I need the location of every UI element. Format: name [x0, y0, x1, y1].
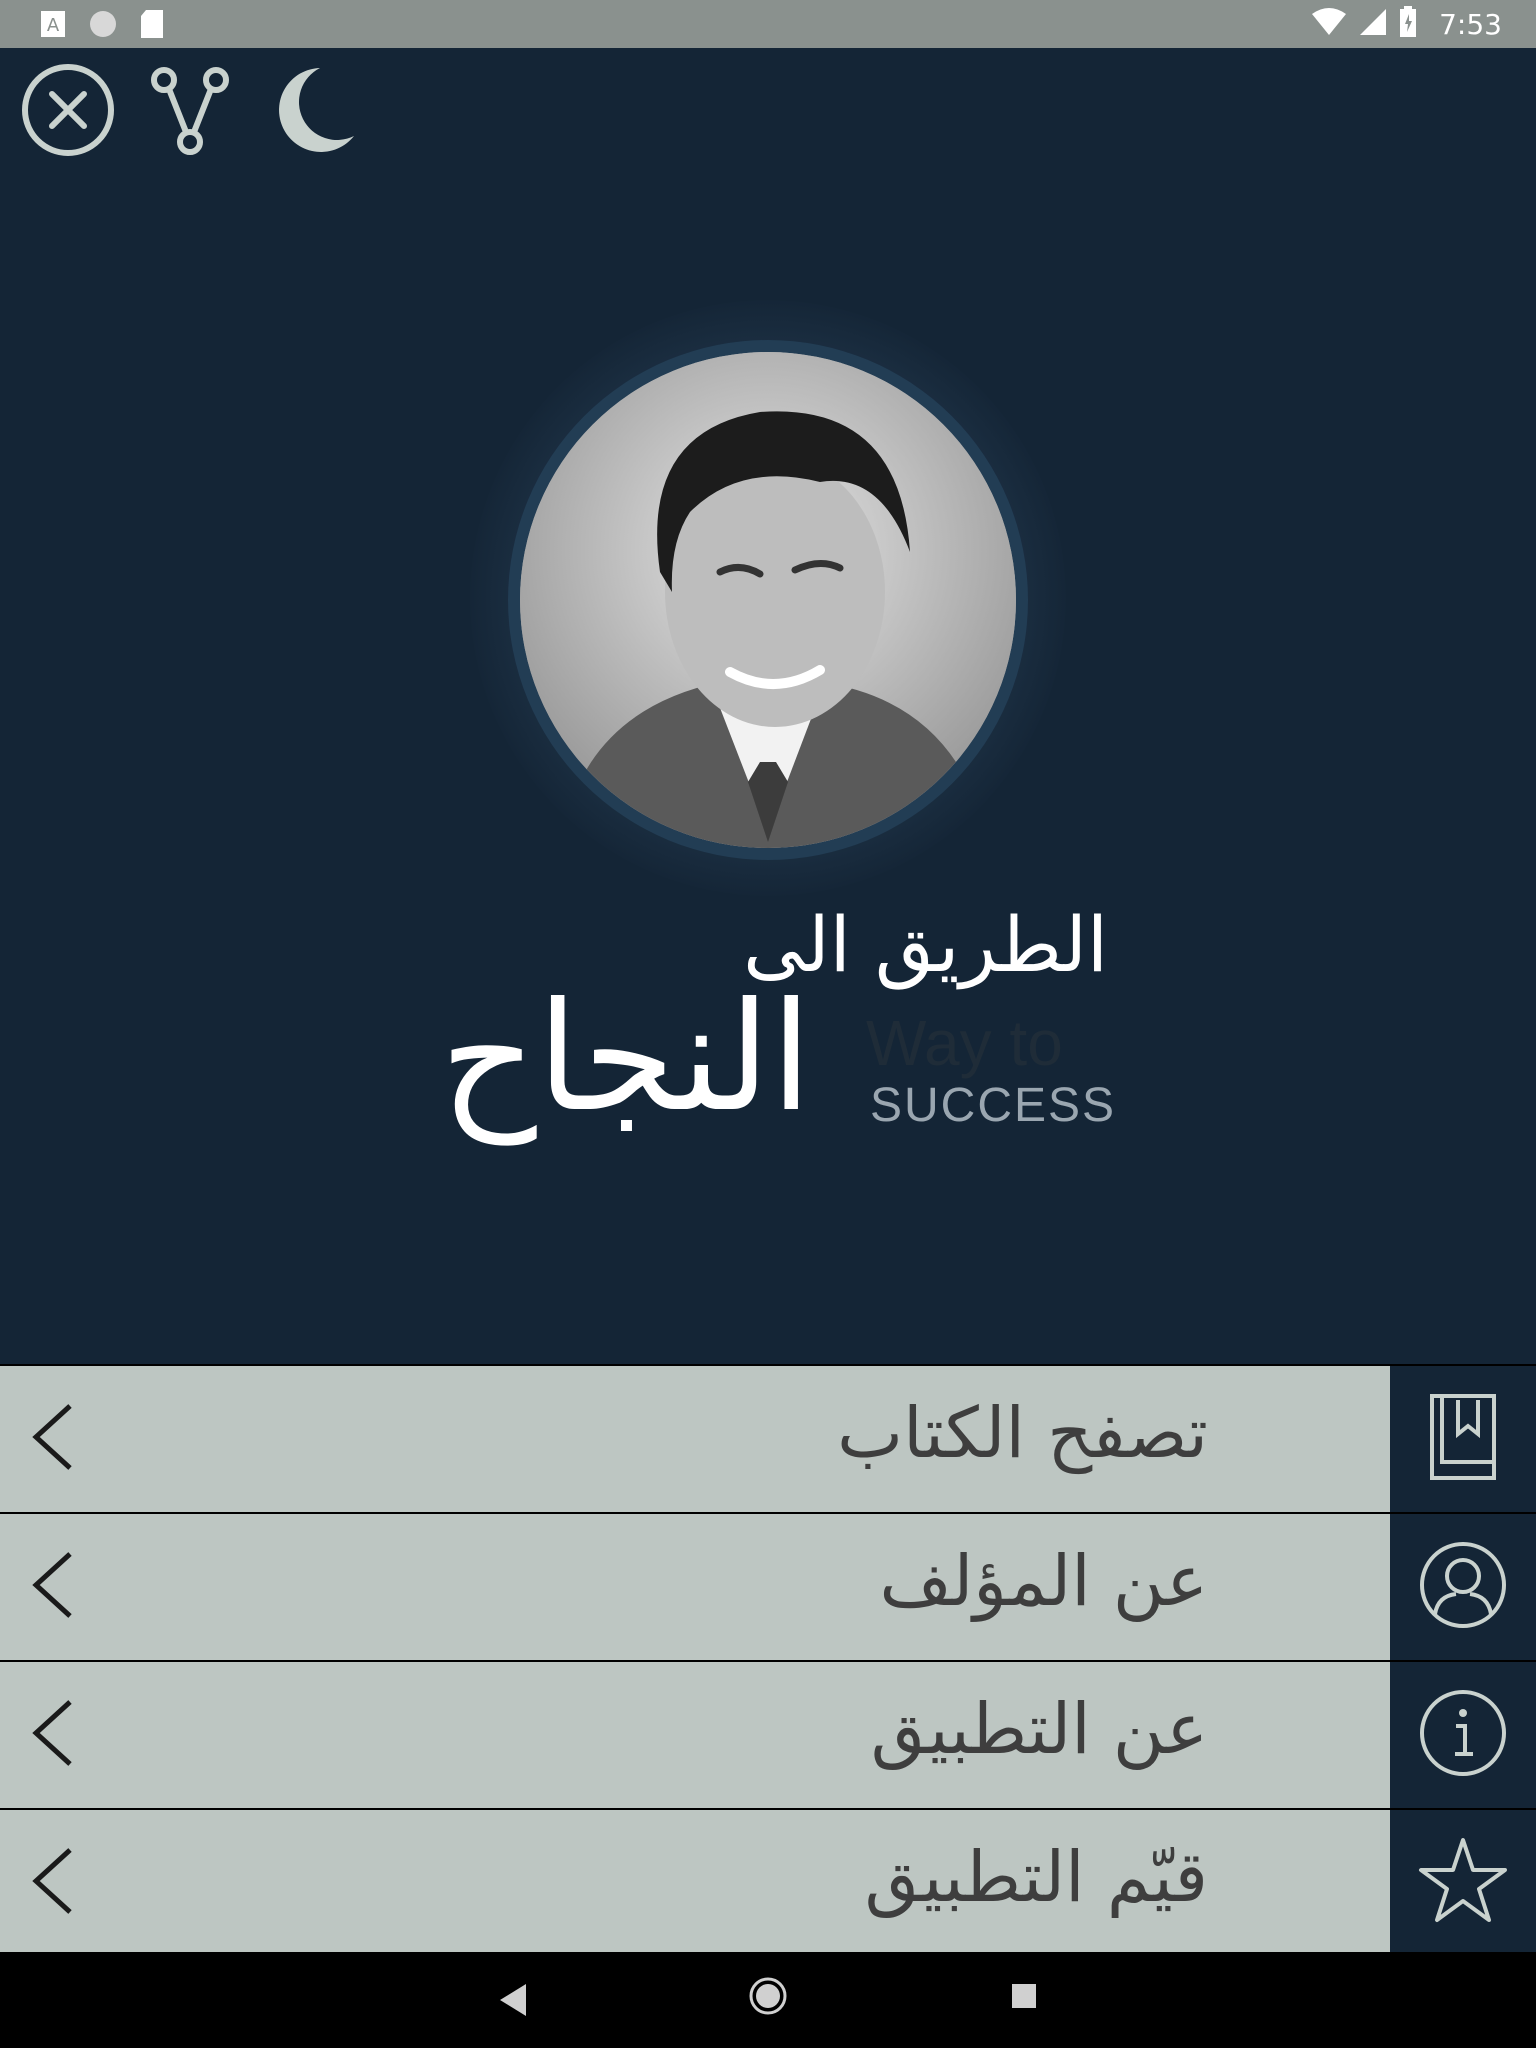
book-bookmark-icon [1428, 1392, 1498, 1486]
top-actions [20, 64, 360, 160]
share-icon [142, 62, 238, 162]
home-circle-icon[interactable] [748, 1976, 788, 2020]
menu-item-body: عن المؤلف [0, 1514, 1390, 1660]
moon-icon [264, 62, 360, 162]
chevron-left-icon [30, 1550, 74, 1620]
menu-icon-cell [1390, 1514, 1536, 1660]
recents-square-icon[interactable] [1010, 1982, 1038, 2014]
info-circle-icon [1418, 1688, 1508, 1782]
menu-icon-cell [1390, 1366, 1536, 1512]
status-bar: A 7:53 [0, 0, 1536, 48]
title-english-line1: Way to [866, 1007, 1063, 1079]
menu-item-label: تصفح الكتاب [837, 1392, 1208, 1474]
chevron-left-icon [30, 1698, 74, 1768]
circle-icon [88, 9, 118, 43]
battery-icon [1399, 6, 1417, 42]
system-nav-bar [0, 1952, 1536, 2048]
menu-item-label: عن المؤلف [879, 1540, 1208, 1622]
title-line2: النجاح [440, 971, 812, 1145]
menu-item-about-author[interactable]: عن المؤلف [0, 1512, 1536, 1660]
svg-text:A: A [47, 15, 60, 36]
menu-item-body: قيّم التطبيق [0, 1810, 1390, 1956]
text-a-icon: A [40, 10, 66, 42]
menu-icon-cell [1390, 1810, 1536, 1956]
signal-icon [1359, 8, 1387, 40]
menu-item-browse-book[interactable]: تصفح الكتاب [0, 1364, 1536, 1512]
status-time: 7:53 [1439, 7, 1502, 41]
menu-item-body: عن التطبيق [0, 1662, 1390, 1808]
author-portrait [520, 352, 1016, 848]
menu-item-label: عن التطبيق [870, 1688, 1208, 1770]
menu-item-about-app[interactable]: عن التطبيق [0, 1660, 1536, 1808]
menu-icon-cell [1390, 1662, 1536, 1808]
chevron-left-icon [30, 1402, 74, 1472]
menu-item-rate-app[interactable]: قيّم التطبيق [0, 1808, 1536, 1956]
user-circle-icon [1418, 1540, 1508, 1634]
wifi-icon [1311, 8, 1347, 40]
menu-item-label: قيّم التطبيق [864, 1836, 1208, 1918]
app-title-logo: الطريق الى النجاح Way to SUCCESS [430, 900, 1130, 1200]
title-english-line2: SUCCESS [870, 1079, 1117, 1132]
menu-item-body: تصفح الكتاب [0, 1366, 1390, 1512]
sd-card-icon [140, 9, 164, 43]
night-mode-button[interactable] [264, 64, 360, 160]
close-circle-icon [20, 62, 116, 162]
chevron-left-icon [30, 1846, 74, 1916]
close-button[interactable] [20, 64, 116, 160]
share-button[interactable] [142, 64, 238, 160]
back-triangle-icon[interactable] [496, 1980, 528, 2024]
star-icon [1418, 1836, 1508, 1930]
main-menu: تصفح الكتاب عن المؤلف عن التطبيق قيّم ال… [0, 1364, 1536, 1956]
